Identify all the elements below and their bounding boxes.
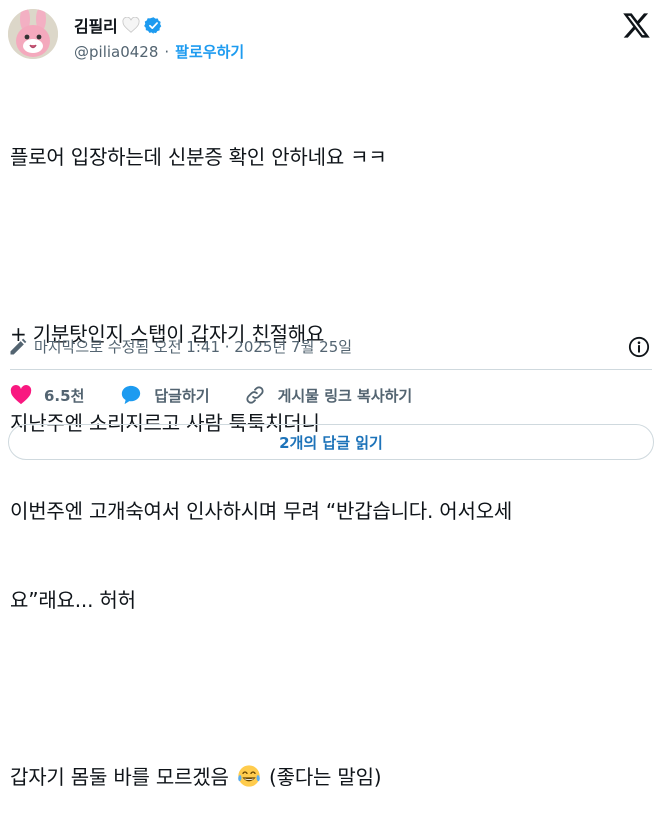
white-heart-icon	[122, 17, 140, 33]
separator-dot: ·	[164, 42, 170, 61]
handle-row: @pilia0428 · 팔로우하기	[74, 41, 244, 62]
x-logo-icon[interactable]	[622, 12, 651, 39]
tweet-line	[10, 674, 650, 704]
avatar[interactable]	[8, 9, 58, 59]
tweet-line: 요”래요... 허허	[10, 587, 136, 612]
pencil-edit-icon[interactable]	[8, 337, 28, 357]
copy-link-button[interactable]: 게시물 링크 복사하기	[244, 384, 413, 406]
like-button[interactable]: 6.5천	[10, 384, 84, 406]
author-name-row: 김필리	[74, 13, 163, 37]
tweet-line: 플로어 입장하는데 신분증 확인 안하네요 ㅋㅋ	[10, 145, 387, 169]
tweet-line	[10, 232, 650, 262]
heart-icon	[10, 385, 32, 405]
tweet-line-with-emoji: 갑자기 몸둘 바를 모르겠음 (좋다는 말임)	[10, 763, 650, 793]
speech-bubble-icon	[122, 385, 141, 405]
reply-label: 답글하기	[154, 386, 210, 405]
read-replies-label: 2개의 답글 읽기	[279, 433, 383, 452]
display-name[interactable]: 김필리	[74, 13, 118, 37]
handle[interactable]: @pilia0428	[74, 43, 158, 61]
tweet-actions: 6.5천 답글하기 게시물 링크 복사하기	[10, 384, 412, 406]
edited-timestamp[interactable]: 마지막으로 수정됨 오전 1:41 · 2025년 7월 25일	[34, 336, 352, 357]
follow-button[interactable]: 팔로우하기	[175, 41, 244, 62]
reply-button[interactable]: 답글하기	[120, 384, 210, 406]
edited-timestamp-row: 마지막으로 수정됨 오전 1:41 · 2025년 7월 25일	[8, 336, 352, 357]
tweet-line-text: 갑자기 몸둘 바를 모르겠음	[10, 764, 229, 789]
verified-badge-icon[interactable]	[143, 16, 163, 35]
copy-link-label: 게시물 링크 복사하기	[277, 386, 413, 405]
info-icon[interactable]	[628, 336, 650, 358]
divider	[10, 369, 652, 370]
tweet-line-text: (좋다는 말임)	[269, 764, 382, 789]
like-count: 6.5천	[44, 386, 85, 405]
bunny-avatar-icon	[8, 9, 58, 59]
read-replies-button[interactable]: 2개의 답글 읽기	[8, 424, 654, 460]
face-with-tears-of-joy-icon	[238, 764, 260, 787]
link-icon	[245, 386, 264, 404]
tweet-line: 이번주엔 고개숙여서 인사하시며 무려 “반갑습니다. 어서오세	[10, 499, 513, 523]
